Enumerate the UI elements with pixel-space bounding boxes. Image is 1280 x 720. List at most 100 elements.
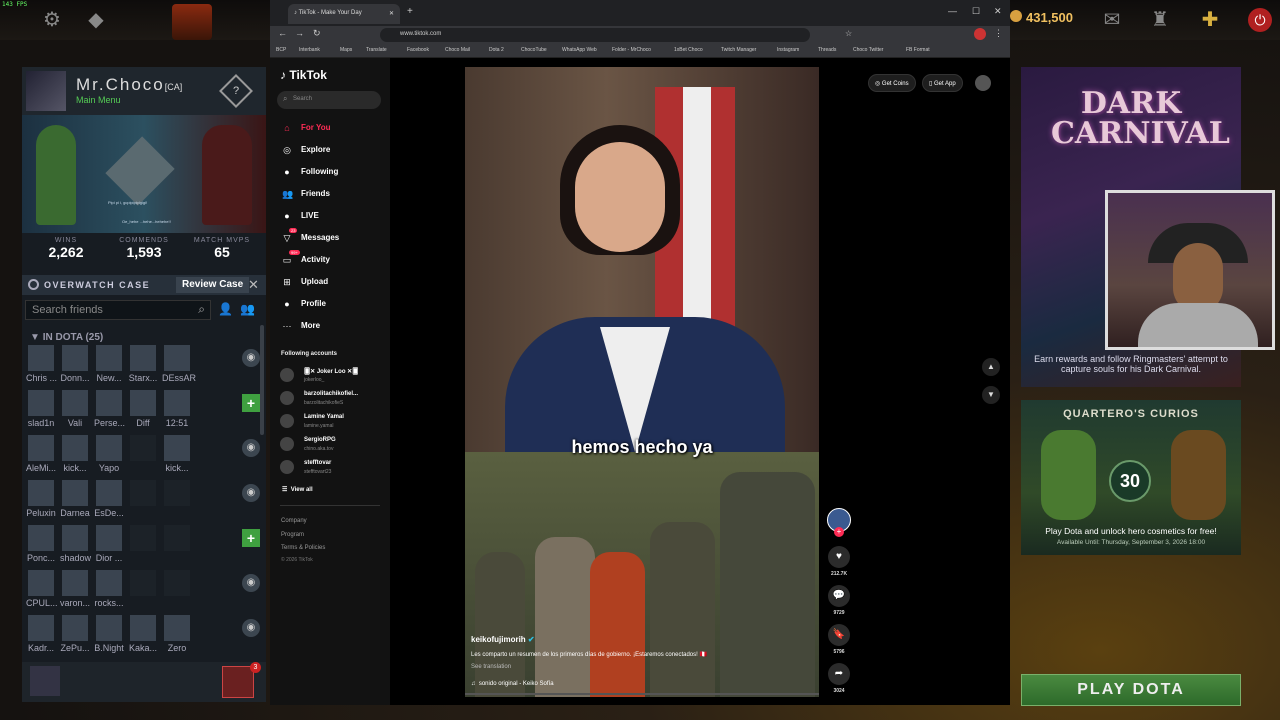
bookmark-item[interactable]: 1xBet Choco <box>674 47 703 53</box>
invite-plus-icon[interactable]: + <box>242 529 260 547</box>
following-account[interactable]: stefftovar stefftovart23 <box>280 458 386 480</box>
bookmark-item[interactable]: Facebook <box>407 47 429 53</box>
friend-entry[interactable]: DEssAR <box>162 345 196 383</box>
back-icon[interactable]: ← <box>278 28 287 38</box>
nav-item-upload[interactable]: ⊞ Upload <box>280 272 388 292</box>
nav-item-following[interactable]: ● Following <box>280 162 388 182</box>
bookmark-item[interactable]: Choco Mail <box>445 47 470 53</box>
profile-avatar-icon[interactable] <box>974 28 986 40</box>
party-avatar[interactable] <box>30 666 60 696</box>
like-button[interactable]: ♥ 212.7K <box>825 546 853 577</box>
following-account[interactable]: SergioRPG chino.aka.tov <box>280 435 386 457</box>
review-case-button[interactable]: Review Case <box>176 277 250 293</box>
friend-entry[interactable]: New... <box>94 345 124 383</box>
bookmark-item[interactable]: ChocoTube <box>521 47 547 53</box>
bookmark-item[interactable]: Twitch Manager <box>721 47 756 53</box>
dashboard-shield-icon[interactable]: ◆ <box>82 6 110 34</box>
new-tab-icon[interactable]: + <box>407 6 413 17</box>
featured-heroes[interactable]: Pipi pi i, gcpipipipigigi! Oe_hehe ...he… <box>22 115 266 233</box>
friend-entry[interactable]: kick... <box>162 435 192 473</box>
reload-icon[interactable]: ↻ <box>313 28 321 39</box>
friend-entry[interactable]: 12:51 <box>162 390 192 428</box>
friend-entry[interactable]: ZePu... <box>60 615 90 653</box>
friend-entry[interactable]: slad1n <box>26 390 56 428</box>
nav-item-live[interactable]: ● LIVE <box>280 206 388 226</box>
watch-eye-icon[interactable]: ◉ <box>242 484 260 502</box>
rank-medal-icon[interactable]: ? <box>219 74 253 108</box>
minimize-icon[interactable]: — <box>948 6 957 16</box>
url-input[interactable]: www.tiktok.com <box>380 28 810 42</box>
tiktok-search-input[interactable]: ⌕ Search <box>277 91 381 109</box>
video-sound[interactable]: ♫ sonido original - Keiko Sofía <box>471 681 554 687</box>
footer-company[interactable]: Company <box>281 518 307 524</box>
following-account[interactable]: barzolitachikofiel... barzolitachikofieS <box>280 389 386 411</box>
previous-video-chevron-up-icon[interactable]: ▲ <box>982 358 1000 376</box>
friend-entry[interactable]: shadow <box>60 525 91 563</box>
friend-entry[interactable] <box>128 480 158 508</box>
friend-entry[interactable]: Peluxin <box>26 480 56 518</box>
friends-group-header[interactable]: ▼ IN DOTA (25) <box>30 332 103 343</box>
friend-entry[interactable] <box>162 525 192 553</box>
watch-eye-icon[interactable]: ◉ <box>242 349 260 367</box>
friend-entry[interactable]: AleMi... <box>26 435 56 473</box>
friend-entry[interactable]: B.Night <box>94 615 124 653</box>
friend-entry[interactable]: Kadr... <box>26 615 56 653</box>
invite-plus-icon[interactable]: + <box>242 394 260 412</box>
follow-plus-icon[interactable]: + <box>834 527 844 537</box>
maximize-icon[interactable]: ☐ <box>972 6 980 17</box>
comment-button[interactable]: 💬 9729 <box>825 585 853 616</box>
bookmark-item[interactable]: Choco Twitter <box>853 47 883 53</box>
bookmark-item[interactable]: Maps <box>340 47 352 53</box>
nav-item-friends[interactable]: 👥 Friends <box>280 184 388 204</box>
armory-icon[interactable]: ♜ <box>1146 6 1174 34</box>
friend-entry[interactable]: kick... <box>60 435 90 473</box>
friend-entry[interactable] <box>162 570 192 598</box>
friend-entry[interactable] <box>128 435 158 463</box>
power-icon[interactable]: ⏻ <box>1248 8 1272 32</box>
player-name[interactable]: Mr.Choco[CA] <box>76 75 182 95</box>
share-button[interactable]: ➦ 3024 <box>825 663 853 694</box>
friend-entry[interactable]: EsDe... <box>94 480 124 518</box>
friend-entry[interactable]: Vali <box>60 390 90 428</box>
bookmark-star-icon[interactable]: ☆ <box>845 29 852 38</box>
tab-tiktok[interactable]: ♪ TikTok - Make Your Day ✕ <box>288 4 400 24</box>
nav-item-profile[interactable]: ● Profile <box>280 294 388 314</box>
bookmark-item[interactable]: Dota 2 <box>489 47 504 53</box>
plus-icon[interactable]: ✚ <box>1196 6 1224 34</box>
friend-entry[interactable]: Donn... <box>60 345 90 383</box>
mail-icon[interactable]: ✉ <box>1098 6 1126 34</box>
get-app-button[interactable]: ▯ Get App <box>922 74 963 92</box>
video-username[interactable]: keikofujimorih ✔ <box>471 635 535 644</box>
friend-entry[interactable]: Diff <box>128 390 158 428</box>
video-player[interactable]: hemos hecho ya keikofujimorih ✔ Les comp… <box>465 67 819 697</box>
close-window-icon[interactable]: ✕ <box>994 6 1002 17</box>
bookmark-item[interactable]: Threads <box>818 47 836 53</box>
bookmark-item[interactable]: WhatsApp Web <box>562 47 597 53</box>
friend-entry[interactable]: Ponc... <box>26 525 56 563</box>
close-icon[interactable]: ✕ <box>248 277 259 293</box>
friend-entry[interactable]: Chris ... <box>26 345 57 383</box>
bookmark-item[interactable]: Translate <box>366 47 387 53</box>
watch-eye-icon[interactable]: ◉ <box>242 619 260 637</box>
forward-icon[interactable]: → <box>295 28 304 38</box>
bookmark-item[interactable]: BCP <box>276 47 286 53</box>
bookmark-item[interactable]: Instagram <box>777 47 799 53</box>
nav-item-messages[interactable]: ▽ Messages 23 <box>280 228 388 248</box>
tab-close-icon[interactable]: ✕ <box>389 10 394 17</box>
bookmark-item[interactable]: FB Format <box>906 47 930 53</box>
friend-entry[interactable]: Yapo <box>94 435 124 473</box>
bookmark-item[interactable]: Folder - MrChoco <box>612 47 651 53</box>
next-video-chevron-down-icon[interactable]: ▼ <box>982 386 1000 404</box>
following-account[interactable]: Lamine Yamal lamine.yamal <box>280 412 386 434</box>
friend-entry[interactable] <box>162 480 192 508</box>
nav-item-activity[interactable]: ▭ Activity 99+ <box>280 250 388 270</box>
chat-avatar[interactable] <box>222 666 254 698</box>
friend-entry[interactable]: Kaka... <box>128 615 158 653</box>
bookmark-item[interactable]: Interbank <box>299 47 320 53</box>
video-progress-bar[interactable] <box>465 693 819 695</box>
friends-list-icon[interactable]: 👥 <box>240 302 255 316</box>
friend-entry[interactable]: Starx... <box>128 345 158 383</box>
user-avatar[interactable] <box>975 75 991 91</box>
friend-entry[interactable]: CPUL... <box>26 570 58 608</box>
see-translation-link[interactable]: See translation <box>471 664 511 670</box>
